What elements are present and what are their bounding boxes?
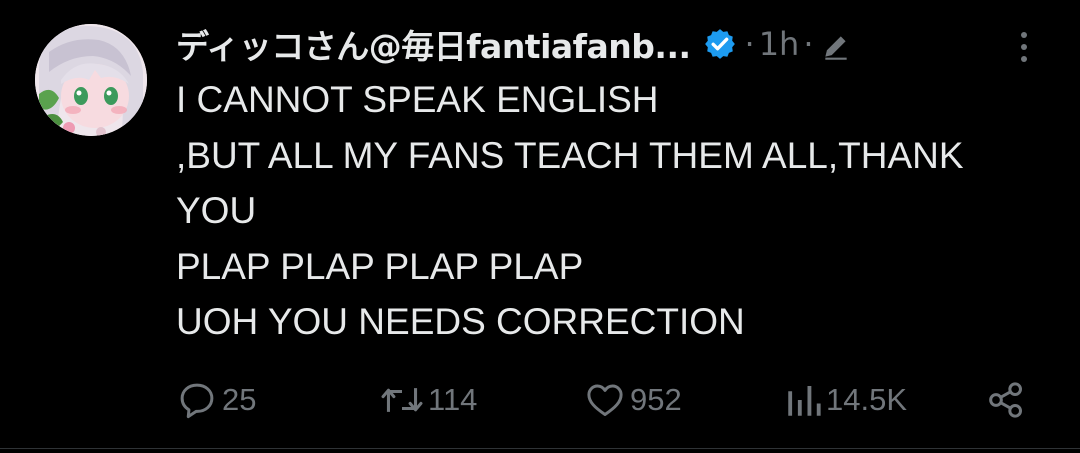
reply-count: 25 xyxy=(222,382,257,417)
views-icon xyxy=(788,386,821,416)
tweet-text-line: I CANNOT SPEAK ENGLISH xyxy=(176,79,659,120)
repost-icon xyxy=(381,388,423,412)
tweet-actions: 25 114 952 14.5K xyxy=(0,372,1080,428)
like-button[interactable]: 952 xyxy=(584,372,682,428)
share-icon xyxy=(989,382,1023,418)
avatar[interactable] xyxy=(35,24,147,136)
reply-button[interactable]: 25 xyxy=(176,372,256,428)
tweet-text-line: PLAP PLAP PLAP PLAP xyxy=(176,245,584,287)
tweet-divider xyxy=(0,448,1080,449)
author-display-name[interactable]: ディッコさん@毎日fantiafanb... xyxy=(176,20,691,68)
tweet-text-line: ,BUT ALL MY FANS TEACH THEM ALL,THANK xyxy=(176,134,964,176)
tweet-text-line: UOH YOU NEEDS CORRECTION xyxy=(176,301,745,342)
views-count: 14.5K xyxy=(826,382,908,417)
tweet-text: I CANNOT SPEAK ENGLISH ,BUT ALL MY FANS … xyxy=(176,72,1056,350)
heart-icon xyxy=(587,384,623,417)
share-button[interactable] xyxy=(986,372,1026,428)
tweet[interactable]: ディッコさん@毎日fantiafanb... · 1h · I CANNOT S… xyxy=(0,0,1080,453)
tweet-text-line: YOU xyxy=(176,190,257,231)
tweet-time[interactable]: 1h xyxy=(759,25,800,63)
verified-badge-icon[interactable] xyxy=(703,27,737,61)
repost-button[interactable]: 114 xyxy=(380,372,477,428)
tweet-header: ディッコさん@毎日fantiafanb... · 1h · xyxy=(176,18,852,70)
pencil-icon[interactable] xyxy=(820,30,852,62)
like-count: 952 xyxy=(630,382,682,417)
meta-separator: · xyxy=(803,25,814,63)
repost-count: 114 xyxy=(428,382,478,417)
meta-separator: · xyxy=(744,25,755,63)
views-button[interactable]: 14.5K xyxy=(786,372,907,428)
more-vertical-icon[interactable] xyxy=(1012,28,1036,66)
reply-icon xyxy=(180,383,214,419)
